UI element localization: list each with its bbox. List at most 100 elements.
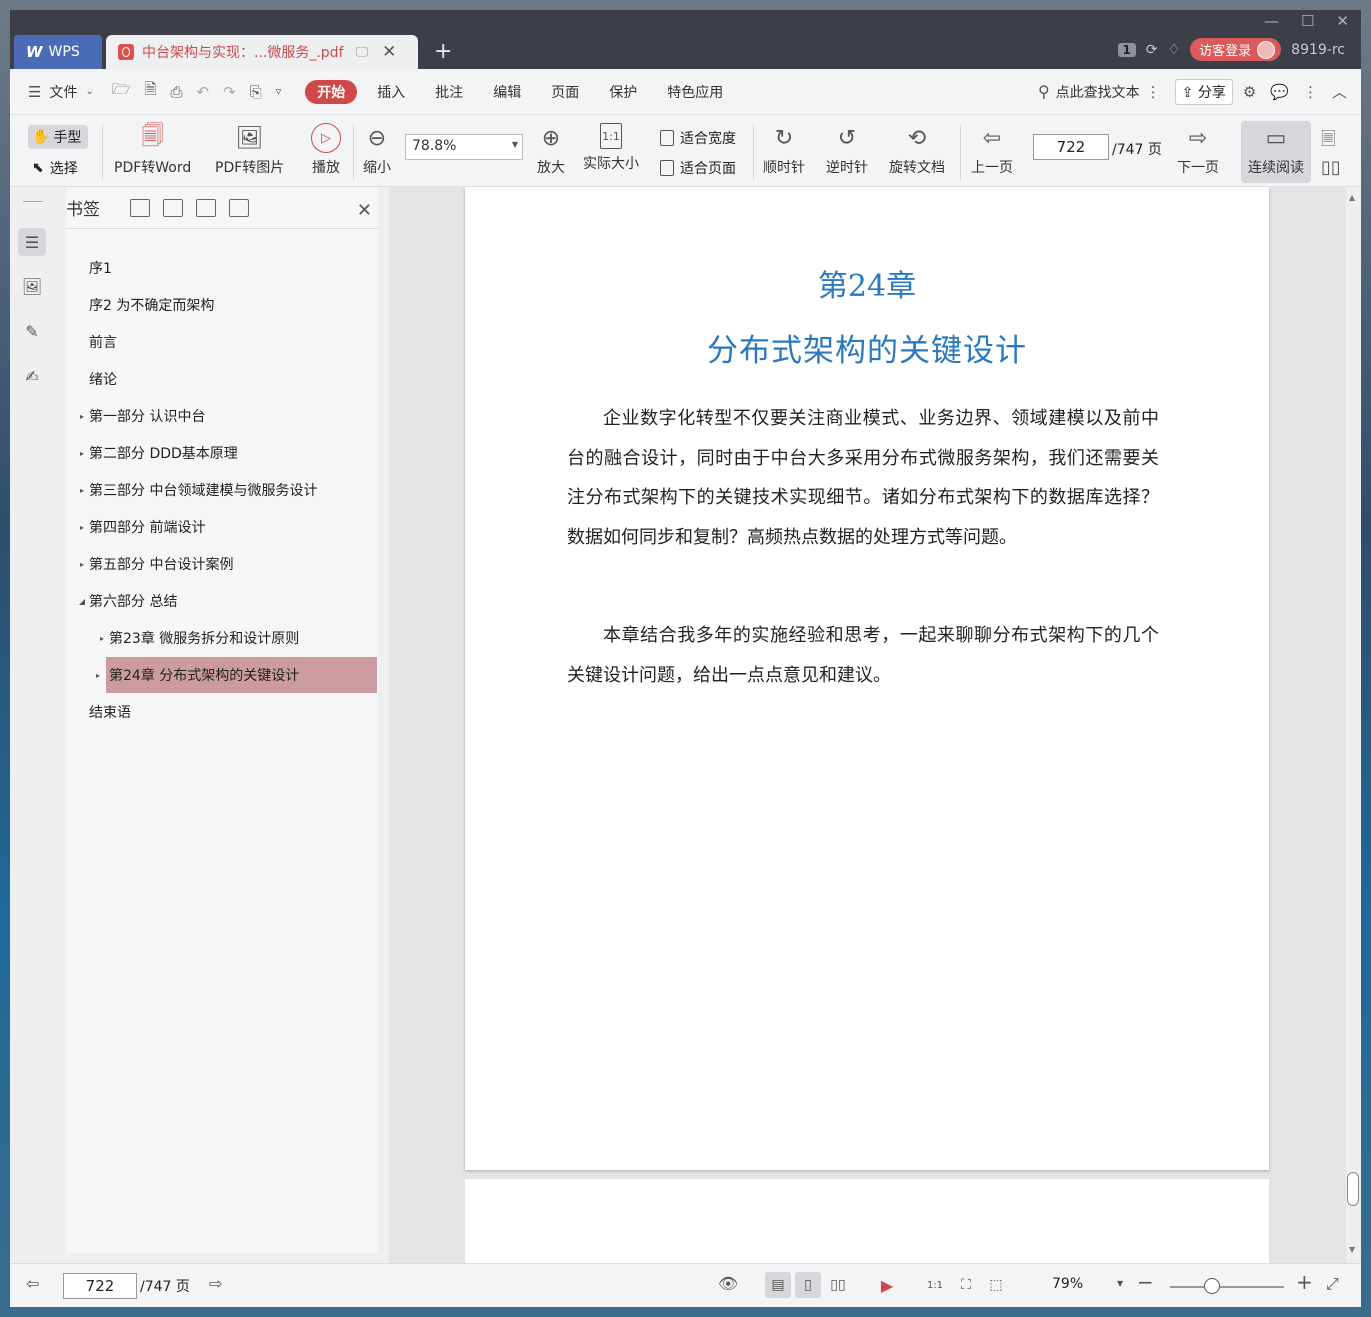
bookmark-item[interactable]: ◢ 第六部分 总结 [66, 583, 376, 619]
bookmark-item[interactable]: ▸ 第四部分 前端设计 [66, 509, 376, 545]
bookmark-item[interactable]: ▸ 第23章 微服务拆分和设计原则 [66, 620, 376, 656]
bookmark-item[interactable]: ▸ 第三部分 中台领域建模与微服务设计 [66, 472, 376, 508]
delete-bookmark-icon[interactable] [229, 198, 249, 217]
single-page-icon[interactable]: 🗏 [1321, 127, 1335, 157]
print-icon[interactable]: ⎙ [171, 83, 183, 101]
hamburger-icon[interactable]: ☰ [28, 83, 41, 101]
more-vertical-icon[interactable]: ⋮ [1146, 83, 1161, 101]
annotation-panel-icon[interactable]: ✎ [18, 317, 46, 345]
zoom-plus-icon[interactable]: + [1296, 1270, 1313, 1294]
rotate-clockwise-button[interactable]: ↻ 顺时针 [763, 123, 805, 177]
zoom-minus-icon[interactable]: − [1137, 1270, 1154, 1294]
scroll-down-icon[interactable]: ▼ [1349, 1245, 1355, 1254]
bookmark-item[interactable]: 绪论 [66, 361, 376, 397]
comment-icon[interactable]: 💬 [1270, 83, 1289, 101]
play-slideshow-icon[interactable]: ▶ [874, 1272, 900, 1298]
minimize-icon[interactable]: — [1264, 12, 1279, 30]
page-number-input[interactable]: 722 [1033, 134, 1109, 160]
status-page-input[interactable]: 722 [63, 1273, 137, 1299]
pdf-to-image-button[interactable]: 🖼 PDF转图片 [215, 123, 284, 177]
status-prev-page-icon[interactable]: ⇦ [26, 1274, 39, 1293]
menu-tab-page[interactable]: 页面 [551, 82, 579, 102]
fit-page-button[interactable]: 适合页面 [660, 158, 736, 178]
prev-page-button[interactable]: ⇦ 上一页 [971, 123, 1013, 177]
wps-home-tab[interactable]: W WPS [14, 35, 102, 69]
add-bookmark-icon[interactable] [196, 198, 216, 217]
vertical-scrollbar[interactable]: ▲ ▼ [1346, 187, 1361, 1263]
two-page-mode-icon[interactable]: ▯▯ [825, 1272, 851, 1298]
zoom-dropdown-icon[interactable]: ▼ [1117, 1279, 1123, 1288]
menu-tab-insert[interactable]: 插入 [377, 82, 405, 102]
expand-arrow-icon[interactable]: ▸ [76, 560, 88, 569]
bookmark-item[interactable]: 序1 [66, 250, 376, 286]
menu-tab-edit[interactable]: 编辑 [493, 82, 521, 102]
next-page-button[interactable]: ⇨ 下一页 [1177, 123, 1219, 177]
bookmark-panel-icon[interactable]: ☰ [18, 228, 46, 256]
select-tool-button[interactable]: ⬉ 选择 [32, 158, 78, 178]
collapse-arrow-icon[interactable]: ◢ [76, 597, 88, 606]
export-icon[interactable]: ⎘ [250, 83, 262, 101]
close-tab-icon[interactable]: ✕ [382, 42, 396, 62]
actual-size-status-icon[interactable]: 1:1 [922, 1272, 948, 1298]
maximize-icon[interactable]: ☐ [1301, 12, 1314, 30]
new-tab-button[interactable]: + [434, 39, 452, 64]
expand-arrow-icon[interactable]: ▸ [76, 412, 88, 421]
expand-arrow-icon[interactable]: ▸ [96, 634, 108, 643]
find-text-field[interactable]: 点此查找文本 [1056, 82, 1140, 102]
actual-size-button[interactable]: 1:1 实际大小 [583, 123, 639, 173]
open-folder-icon[interactable]: 🗁 [112, 79, 131, 104]
close-window-icon[interactable]: ✕ [1336, 12, 1349, 30]
zoom-slider-knob[interactable] [1204, 1278, 1220, 1294]
play-button[interactable]: ▷ 播放 [311, 123, 341, 177]
bookmark-item-selected[interactable]: ▸ 第24章 分布式架构的关键设计 [96, 657, 377, 693]
collapse-ribbon-icon[interactable]: ︿ [1332, 81, 1347, 102]
rotate-document-button[interactable]: ⟲ 旋转文档 [889, 123, 945, 177]
fit-page-status-icon[interactable]: ⛶ [953, 1272, 979, 1298]
signature-panel-icon[interactable]: ✍ [18, 362, 46, 390]
collapse-all-icon[interactable] [163, 198, 183, 217]
zoom-out-button[interactable]: ⊖ 缩小 [362, 123, 392, 177]
save-icon[interactable]: 🗎 [144, 79, 156, 104]
expand-arrow-icon[interactable]: ▸ [76, 523, 88, 532]
zoom-select[interactable]: 78.8% ▼ [405, 134, 523, 160]
single-page-mode-icon[interactable]: ▯ [795, 1272, 821, 1298]
kebab-icon[interactable]: ⋮ [1303, 83, 1318, 101]
skin-icon[interactable]: ♢ [1168, 42, 1181, 58]
file-menu[interactable]: 文件 [49, 82, 77, 102]
bookmark-item[interactable]: ▸ 第二部分 DDD基本原理 [66, 435, 376, 471]
sync-icon[interactable]: ⟳ [1146, 42, 1158, 58]
continuous-read-button[interactable]: ▭ 连续阅读 [1241, 121, 1311, 183]
share-button[interactable]: ⇪ 分享 [1174, 78, 1233, 105]
search-icon[interactable]: ⚲ [1038, 82, 1050, 101]
fullscreen-icon[interactable]: ⤢ [1326, 1274, 1339, 1294]
status-zoom-value[interactable]: 79% [1052, 1276, 1083, 1292]
rotate-counterclockwise-button[interactable]: ↺ 逆时针 [826, 123, 868, 177]
thumbnail-panel-icon[interactable]: 🖼 [18, 272, 46, 300]
undo-icon[interactable]: ↶ [197, 83, 210, 101]
menu-tab-annotate[interactable]: 批注 [435, 82, 463, 102]
window-count-badge[interactable]: 1 [1117, 42, 1136, 57]
continuous-mode-icon[interactable]: ▤ [765, 1272, 791, 1298]
redo-icon[interactable]: ↷ [223, 83, 236, 101]
guest-login-button[interactable]: 访客登录 [1190, 38, 1282, 61]
fit-width-status-icon[interactable]: ⬚ [983, 1272, 1009, 1298]
menu-tab-protect[interactable]: 保护 [609, 82, 637, 102]
expand-arrow-icon[interactable]: ▸ [76, 486, 88, 495]
bookmark-item[interactable]: ▸ 第五部分 中台设计案例 [66, 546, 376, 582]
bookmark-item[interactable]: 序2 为不确定而架构 [66, 287, 376, 323]
status-next-page-icon[interactable]: ⇨ [209, 1274, 222, 1293]
bookmark-item[interactable]: 结束语 [66, 694, 376, 730]
expand-all-icon[interactable] [130, 198, 150, 217]
settings-icon[interactable]: ⚙ [1243, 83, 1256, 101]
more-dropdown-icon[interactable]: ▿ [276, 85, 282, 98]
eye-protection-icon[interactable]: 👁 [718, 1274, 738, 1293]
expand-arrow-icon[interactable]: ▸ [76, 449, 88, 458]
scroll-up-icon[interactable]: ▲ [1349, 193, 1355, 202]
menu-tab-start[interactable]: 开始 [305, 79, 358, 104]
chevron-down-icon[interactable]: ⌄ [85, 86, 93, 97]
menu-tab-features[interactable]: 特色应用 [667, 82, 723, 102]
fit-width-button[interactable]: 适合宽度 [660, 128, 736, 148]
scrollbar-thumb[interactable] [1347, 1172, 1359, 1206]
hand-tool-button[interactable]: ✋ 手型 [28, 125, 88, 149]
close-panel-icon[interactable]: ✕ [357, 200, 372, 221]
